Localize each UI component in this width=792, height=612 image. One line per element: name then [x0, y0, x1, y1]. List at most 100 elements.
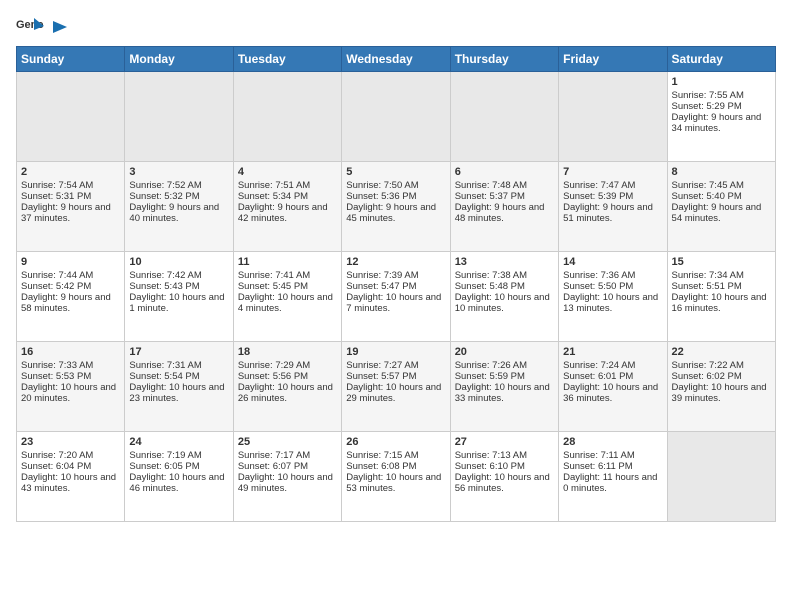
week-row-2: 2Sunrise: 7:54 AMSunset: 5:31 PMDaylight… [17, 162, 776, 252]
day-info: Sunrise: 7:34 AM [672, 270, 771, 281]
page-header: General [16, 16, 776, 38]
day-info: Sunset: 5:57 PM [346, 371, 445, 382]
day-info: Sunset: 5:31 PM [21, 191, 120, 202]
day-info: Sunset: 5:42 PM [21, 281, 120, 292]
week-row-5: 23Sunrise: 7:20 AMSunset: 6:04 PMDayligh… [17, 432, 776, 522]
day-info: Daylight: 10 hours and 23 minutes. [129, 382, 228, 404]
day-info: Daylight: 9 hours and 45 minutes. [346, 202, 445, 224]
day-info: Sunrise: 7:22 AM [672, 360, 771, 371]
day-number: 9 [21, 256, 120, 268]
week-row-4: 16Sunrise: 7:33 AMSunset: 5:53 PMDayligh… [17, 342, 776, 432]
logo-icon: General [16, 16, 44, 38]
day-info: Daylight: 10 hours and 49 minutes. [238, 472, 337, 494]
calendar-cell [559, 72, 667, 162]
weekday-header-friday: Friday [559, 47, 667, 72]
day-info: Sunrise: 7:13 AM [455, 450, 554, 461]
day-info: Daylight: 10 hours and 33 minutes. [455, 382, 554, 404]
calendar-cell: 6 Sunrise: 7:48 AMSunset: 5:37 PMDaylight… [450, 162, 558, 252]
day-info: Daylight: 9 hours and 48 minutes. [455, 202, 554, 224]
day-number: 23 [21, 436, 120, 448]
day-info: Sunrise: 7:51 AM [238, 180, 337, 191]
day-info: Sunset: 5:48 PM [455, 281, 554, 292]
day-info: Sunrise: 7:41 AM [238, 270, 337, 281]
logo-arrow-icon [49, 20, 67, 34]
calendar-cell [450, 72, 558, 162]
calendar-cell: 11Sunrise: 7:41 AMSunset: 5:45 PMDayligh… [233, 252, 341, 342]
day-info: Sunset: 5:34 PM [238, 191, 337, 202]
day-info: Sunset: 5:37 PM [455, 191, 554, 202]
day-info: Sunrise: 7:29 AM [238, 360, 337, 371]
day-number: 3 [129, 166, 228, 178]
day-number: 4 [238, 166, 337, 178]
calendar-cell: 9Sunrise: 7:44 AMSunset: 5:42 PMDaylight… [17, 252, 125, 342]
day-info: Daylight: 10 hours and 10 minutes. [455, 292, 554, 314]
day-info: Daylight: 9 hours and 40 minutes. [129, 202, 228, 224]
calendar-cell: 7Sunrise: 7:47 AMSunset: 5:39 PMDaylight… [559, 162, 667, 252]
calendar-cell: 24Sunrise: 7:19 AMSunset: 6:05 PMDayligh… [125, 432, 233, 522]
day-info: Sunset: 6:01 PM [563, 371, 662, 382]
day-info: Daylight: 10 hours and 7 minutes. [346, 292, 445, 314]
day-info: Daylight: 10 hours and 36 minutes. [563, 382, 662, 404]
day-info: Sunset: 6:10 PM [455, 461, 554, 472]
day-info: Sunset: 5:47 PM [346, 281, 445, 292]
weekday-header-thursday: Thursday [450, 47, 558, 72]
day-number: 27 [455, 436, 554, 448]
day-info: Sunrise: 7:19 AM [129, 450, 228, 461]
calendar-cell [125, 72, 233, 162]
day-number: 26 [346, 436, 445, 448]
day-info: Sunset: 6:02 PM [672, 371, 771, 382]
calendar-cell: 8Sunrise: 7:45 AMSunset: 5:40 PMDaylight… [667, 162, 775, 252]
day-info: Sunrise: 7:33 AM [21, 360, 120, 371]
day-number: 6 [455, 166, 554, 178]
day-number: 8 [672, 166, 771, 178]
day-info: Sunset: 5:43 PM [129, 281, 228, 292]
day-info: Sunrise: 7:36 AM [563, 270, 662, 281]
day-info: Sunset: 5:56 PM [238, 371, 337, 382]
day-info: Sunrise: 7:42 AM [129, 270, 228, 281]
day-info: Sunset: 5:29 PM [672, 101, 771, 112]
day-info: Sunset: 6:07 PM [238, 461, 337, 472]
calendar-cell [667, 432, 775, 522]
day-number: 11 [238, 256, 337, 268]
day-number: 5 [346, 166, 445, 178]
day-info: Sunset: 5:45 PM [238, 281, 337, 292]
day-info: Sunset: 5:39 PM [563, 191, 662, 202]
day-info: Daylight: 10 hours and 29 minutes. [346, 382, 445, 404]
day-info: Sunrise: 7:44 AM [21, 270, 120, 281]
calendar-cell [17, 72, 125, 162]
day-number: 22 [672, 346, 771, 358]
week-row-1: 1Sunrise: 7:55 AMSunset: 5:29 PMDaylight… [17, 72, 776, 162]
calendar-cell: 16Sunrise: 7:33 AMSunset: 5:53 PMDayligh… [17, 342, 125, 432]
day-info: Sunset: 5:59 PM [455, 371, 554, 382]
day-number: 28 [563, 436, 662, 448]
calendar-cell: 2Sunrise: 7:54 AMSunset: 5:31 PMDaylight… [17, 162, 125, 252]
day-info: Sunset: 6:11 PM [563, 461, 662, 472]
day-info: Daylight: 10 hours and 26 minutes. [238, 382, 337, 404]
day-info: Sunrise: 7:47 AM [563, 180, 662, 191]
calendar-cell: 23 Sunrise: 7:20 AMSunset: 6:04 PMDayligh… [17, 432, 125, 522]
calendar-cell: 19Sunrise: 7:27 AMSunset: 5:57 PMDayligh… [342, 342, 450, 432]
calendar-cell: 26Sunrise: 7:15 AMSunset: 6:08 PMDayligh… [342, 432, 450, 522]
day-info: Sunrise: 7:48 AM [455, 180, 554, 191]
day-number: 13 [455, 256, 554, 268]
day-info: Sunset: 6:04 PM [21, 461, 120, 472]
day-number: 16 [21, 346, 120, 358]
day-info: Sunset: 5:40 PM [672, 191, 771, 202]
day-info: Sunrise: 7:24 AM [563, 360, 662, 371]
day-info: Sunrise: 7:20 AM [21, 450, 120, 461]
calendar-cell [233, 72, 341, 162]
day-info: Daylight: 9 hours and 54 minutes. [672, 202, 771, 224]
day-number: 17 [129, 346, 228, 358]
day-number: 18 [238, 346, 337, 358]
day-info: Sunset: 5:54 PM [129, 371, 228, 382]
day-info: Daylight: 10 hours and 46 minutes. [129, 472, 228, 494]
calendar-cell: 28Sunrise: 7:11 AMSunset: 6:11 PMDayligh… [559, 432, 667, 522]
calendar-cell: 21Sunrise: 7:24 AMSunset: 6:01 PMDayligh… [559, 342, 667, 432]
calendar-cell: 25Sunrise: 7:17 AMSunset: 6:07 PMDayligh… [233, 432, 341, 522]
day-number: 14 [563, 256, 662, 268]
weekday-header-wednesday: Wednesday [342, 47, 450, 72]
calendar-cell: 17Sunrise: 7:31 AMSunset: 5:54 PMDayligh… [125, 342, 233, 432]
day-info: Daylight: 10 hours and 43 minutes. [21, 472, 120, 494]
day-info: Daylight: 9 hours and 37 minutes. [21, 202, 120, 224]
day-number: 10 [129, 256, 228, 268]
